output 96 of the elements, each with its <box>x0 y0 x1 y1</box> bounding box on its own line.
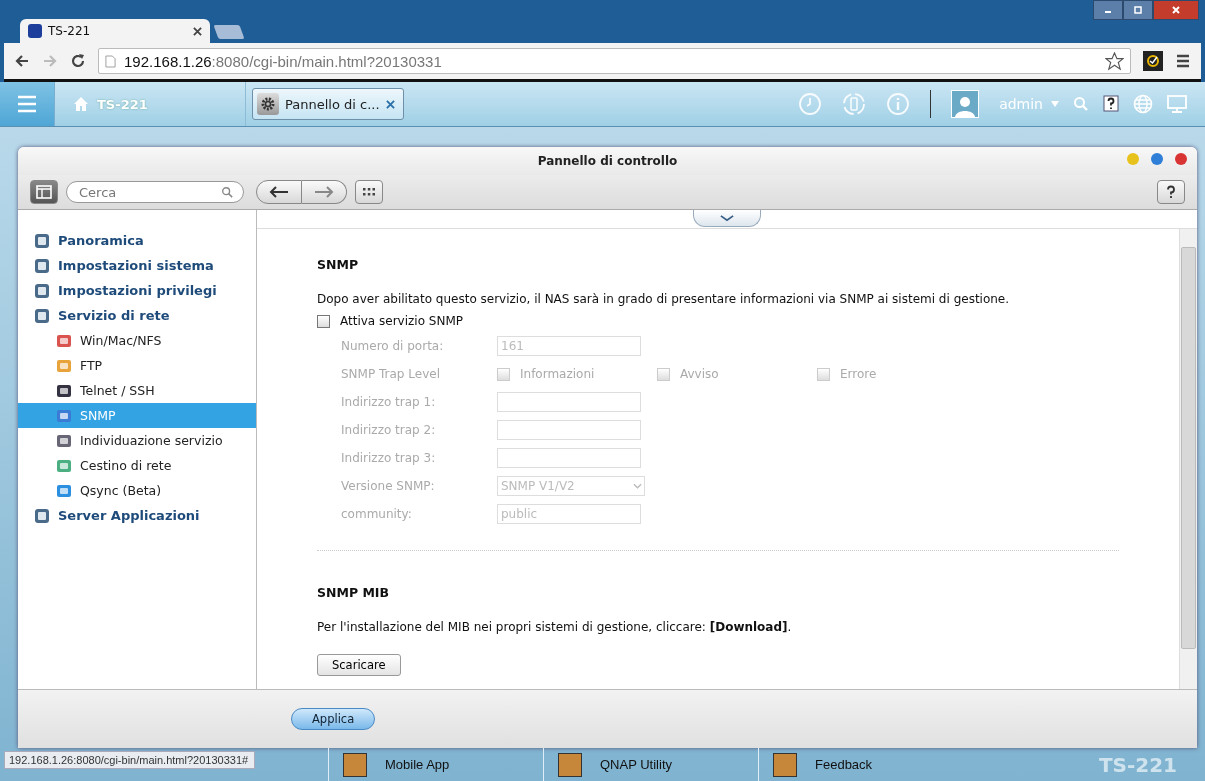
close-icon[interactable] <box>385 99 395 109</box>
app-tab[interactable]: Pannello di c... <box>252 88 404 120</box>
text-field[interactable] <box>497 448 641 468</box>
checkbox-label: Informazioni <box>520 367 595 381</box>
sidebar-item[interactable]: Panoramica <box>18 228 256 253</box>
field-label: Versione SNMP: <box>341 479 436 493</box>
field-label: SNMP Trap Level <box>341 367 441 381</box>
user-avatar[interactable] <box>951 90 980 118</box>
section-title: SNMP <box>317 257 360 272</box>
maximize-button[interactable] <box>1151 153 1163 165</box>
checkbox[interactable] <box>657 367 670 381</box>
tab-title: TS-221 <box>48 24 92 39</box>
sidebar-item[interactable]: FTP <box>18 353 256 378</box>
window-title: Pannello di controllo <box>537 154 678 168</box>
apps-grid-button[interactable] <box>355 180 383 204</box>
description-text: Per l'installazione del MIB nei propri sistemi di gestione, cliccare: [Download]. <box>317 620 793 634</box>
sidebar-item[interactable]: Impostazioni sistema <box>18 253 256 278</box>
sidebar-toggle-button[interactable] <box>30 180 58 204</box>
search-input[interactable]: Cerca <box>79 183 221 201</box>
menu-icon[interactable] <box>1175 53 1191 70</box>
enable-checkbox[interactable] <box>317 314 330 328</box>
extension-icon[interactable] <box>1143 51 1163 72</box>
main-menu-button[interactable] <box>0 82 55 126</box>
sidebar-item[interactable]: Impostazioni privilegi <box>18 278 256 303</box>
checkbox[interactable] <box>497 367 510 381</box>
maximize-icon <box>1133 5 1143 15</box>
close-button[interactable] <box>1175 153 1187 165</box>
panel-layout-icon <box>36 185 52 199</box>
desktop-app-button[interactable]: Mobile App <box>328 748 543 781</box>
url-text: 192.168.1.26:8080/cgi-bin/main.html?20130331 <box>124 52 443 70</box>
sidebar-item[interactable]: Servizio di rete <box>18 303 256 328</box>
service-icon <box>56 457 72 474</box>
category-icon <box>34 307 50 324</box>
field-label: Numero di porta: <box>341 339 445 353</box>
close-icon[interactable] <box>193 26 202 36</box>
search-icon <box>221 186 233 198</box>
service-icon <box>56 482 72 499</box>
address-bar[interactable]: 192.168.1.26:8080/cgi-bin/main.html?20130331 <box>98 48 1131 75</box>
category-icon <box>34 232 50 249</box>
status-url: 192.168.1.26:8080/cgi-bin/main.html?20130331# <box>4 751 256 769</box>
checkbox-label: Avviso <box>680 367 719 381</box>
field-label: Indirizzo trap 1: <box>341 395 437 409</box>
category-icon <box>34 507 50 524</box>
help-icon <box>1166 185 1176 199</box>
service-icon <box>56 407 72 424</box>
back-button[interactable] <box>256 180 302 204</box>
text-field[interactable] <box>497 420 641 440</box>
help-icon[interactable] <box>1103 95 1119 113</box>
sidebar-item[interactable]: Qsync (Beta) <box>18 478 256 503</box>
chevron-icon <box>720 214 734 222</box>
category-icon <box>34 257 50 274</box>
caret-icon <box>633 483 642 489</box>
page-icon <box>105 54 116 68</box>
sidebar-item[interactable]: Server Applicazioni <box>18 503 256 528</box>
maximize-button[interactable] <box>1123 0 1153 20</box>
star-icon[interactable] <box>1105 51 1124 71</box>
text-field[interactable] <box>497 392 641 412</box>
service-icon <box>56 382 72 399</box>
field-label: Indirizzo trap 2: <box>341 423 437 437</box>
sidebar-item[interactable]: Win/Mac/NFS <box>18 328 256 353</box>
service-icon <box>56 432 72 449</box>
desktop-app-button[interactable]: QNAP Utility <box>543 748 758 781</box>
home-icon <box>73 96 89 112</box>
brand-text: TS-221 <box>1098 752 1177 777</box>
desktop-app-button[interactable]: Feedback <box>758 748 973 781</box>
caret-icon <box>1051 101 1059 107</box>
checkbox-label: Errore <box>840 367 877 381</box>
collapse-tab[interactable] <box>693 210 761 227</box>
search-field[interactable]: Cerca <box>66 181 244 203</box>
forward-icon <box>314 186 334 198</box>
description-text: Dopo aver abilitato questo servizio, il NAS sarà in grado di presentare informazioni via SNMP ai sistemi di gestione. <box>317 292 1011 306</box>
close-button[interactable] <box>1153 0 1199 20</box>
download-button[interactable]: Scaricare <box>317 654 401 676</box>
grid-icon <box>362 187 376 197</box>
apply-button[interactable]: Applica <box>291 708 376 730</box>
category-icon <box>34 282 50 299</box>
field-label: community: <box>341 507 413 521</box>
sidebar-item[interactable]: Individuazione servizio <box>18 428 256 453</box>
sidebar-item[interactable]: Cestino di rete <box>18 453 256 478</box>
checkbox[interactable] <box>817 367 830 381</box>
scrollbar[interactable] <box>1179 229 1197 689</box>
browser-tab[interactable]: TS-221 <box>20 19 210 44</box>
gear-icon <box>257 93 279 115</box>
sidebar-item[interactable]: Telnet / SSH <box>18 378 256 403</box>
help-button[interactable] <box>1157 180 1185 204</box>
menu-icon <box>17 95 37 113</box>
close-icon <box>1171 5 1181 15</box>
app-logo-icon <box>28 24 42 39</box>
reload-icon[interactable] <box>70 53 86 70</box>
back-icon <box>269 186 289 198</box>
new-tab-button[interactable] <box>213 25 245 40</box>
section-title: SNMP MIB <box>317 585 391 600</box>
service-icon <box>56 332 72 349</box>
field-label: Indirizzo trap 3: <box>341 451 437 465</box>
checkbox-label: Attiva servizio SNMP <box>340 314 463 328</box>
service-icon <box>56 357 72 374</box>
